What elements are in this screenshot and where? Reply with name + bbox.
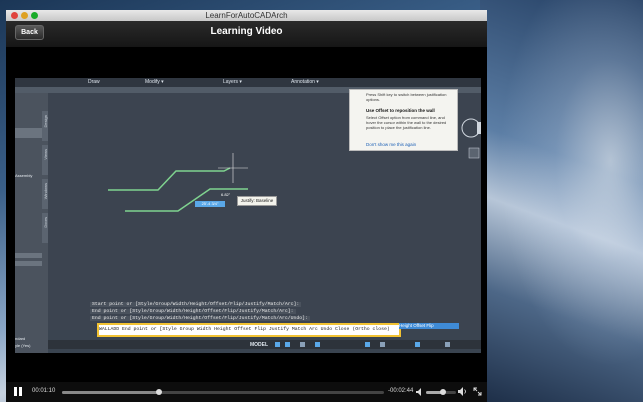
command-history-line: End point or [Style/Group/Width/Height/O… <box>90 309 296 314</box>
elapsed-time: 00:01:10 <box>32 388 56 394</box>
menu-draw: Draw <box>88 79 100 85</box>
fullscreen-icon[interactable] <box>473 387 482 396</box>
video-frame[interactable]: Draw Modify ▾ Layers ▾ Annotation ▾ Asse… <box>15 78 481 353</box>
settings-icon[interactable] <box>445 342 450 347</box>
style-label: yle (Yes) <box>15 343 31 348</box>
dynamic-input-value[interactable]: 25'-4 3/4" <box>195 201 225 207</box>
help-tooltip: Press Shift key to switch between justif… <box>349 89 458 151</box>
nav-title: Learning Video <box>210 26 283 37</box>
speaker-high-icon[interactable] <box>458 387 467 396</box>
model-tab[interactable]: MODEL <box>250 342 268 348</box>
snap-toggle-icon[interactable] <box>285 342 290 347</box>
justify-tooltip: Justify: Baseline <box>237 196 277 206</box>
grid-toggle-icon[interactable] <box>275 342 280 347</box>
app-window: LearnForAutoCADArch Back Learning Video … <box>6 10 487 402</box>
speaker-low-icon[interactable] <box>416 388 423 396</box>
assembly-label: Assembly <box>15 173 33 178</box>
nav-bar: Back Learning Video <box>6 21 487 47</box>
standard-label: ndard <box>15 336 26 341</box>
player-controls: 00:01:10 -00:02:44 <box>6 382 487 402</box>
ortho-toggle-icon[interactable] <box>300 342 305 347</box>
scrubber[interactable] <box>62 389 384 395</box>
wall-line-upper <box>108 167 231 191</box>
pause-icon[interactable] <box>14 387 22 396</box>
command-line-input[interactable]: WALLADD End point or [Style Group Width … <box>97 323 401 337</box>
window-title: LearnForAutoCADArch <box>205 11 288 20</box>
menu-modify: Modify ▾ <box>145 79 164 85</box>
polar-toggle-icon[interactable] <box>315 342 320 347</box>
viewcube-navigator[interactable] <box>455 118 481 168</box>
desktop-wallpaper <box>480 0 643 402</box>
palette-header <box>15 128 42 138</box>
autocad-menubar: Draw Modify ▾ Layers ▾ Annotation ▾ <box>15 78 481 87</box>
scrubber-knob[interactable] <box>155 389 162 395</box>
scrubber-fill <box>62 391 159 394</box>
command-history-line: Start point or [Style/Group/Width/Height… <box>90 302 302 307</box>
volume-slider[interactable] <box>426 389 456 395</box>
tooltip-intro: Press Shift key to switch between justif… <box>366 92 447 102</box>
command-history-line: End point or [Style/Group/Width/Height/O… <box>90 316 310 321</box>
window-titlebar: LearnForAutoCADArch <box>6 10 487 21</box>
volume-knob[interactable] <box>439 389 446 395</box>
remaining-time: -00:02:44 <box>388 388 414 394</box>
tooltip-heading: Use Offset to reposition the wall <box>366 108 435 113</box>
palette-field <box>15 253 42 258</box>
tooltip-body: Select Offset option from command line, … <box>366 115 447 130</box>
dimension-readout: 6.82" <box>221 192 231 197</box>
menu-layers: Layers ▾ <box>223 79 242 85</box>
viewcube-icon <box>461 118 481 159</box>
palette-field <box>15 261 42 266</box>
command-option-highlight: Height Offset Flip <box>399 323 459 329</box>
menu-annotation: Annotation ▾ <box>291 79 319 85</box>
tool-palette: Assembly ndard yle (Yes) Design Views Wi… <box>15 93 48 353</box>
annotation-scale-icon[interactable] <box>380 342 385 347</box>
workspace-icon[interactable] <box>415 342 420 347</box>
osnap-toggle-icon[interactable] <box>365 342 370 347</box>
dont-show-again-link[interactable]: Don't show me this again <box>366 142 416 147</box>
